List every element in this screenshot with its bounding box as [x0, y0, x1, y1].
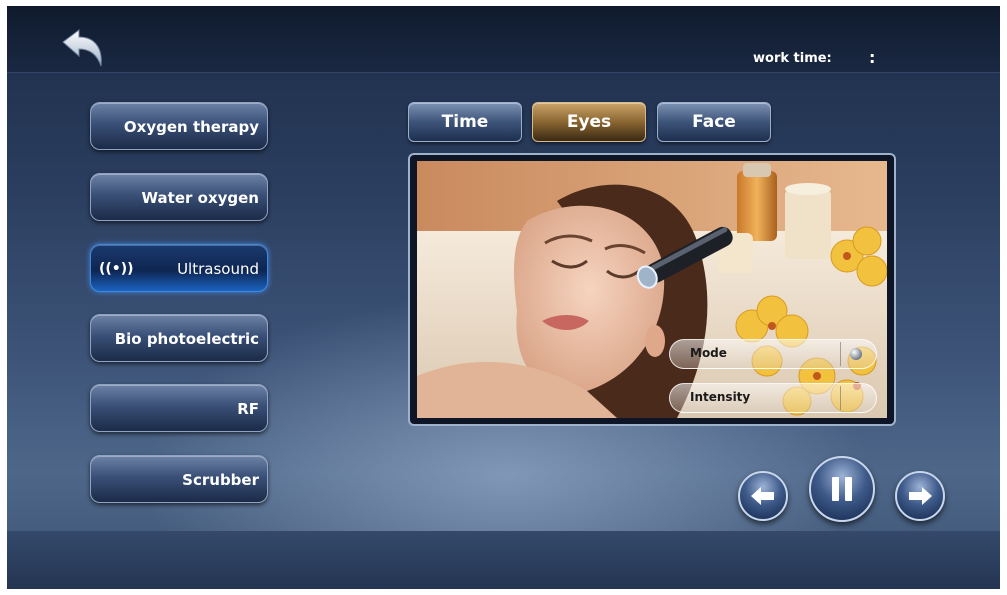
tab-face-label: Face	[692, 112, 736, 132]
mode-indicator-icon	[850, 348, 862, 360]
oxygen-therapy-button[interactable]: Oxygen therapy	[90, 102, 268, 150]
intensity-label: Intensity	[690, 390, 751, 404]
back-arrow-icon	[62, 29, 102, 67]
tab-face[interactable]: Face	[657, 102, 771, 142]
bottom-bar	[7, 531, 1000, 589]
right-arrow-icon	[909, 487, 932, 505]
mode-label: Mode	[690, 346, 727, 360]
scrubber-label: Scrubber	[182, 471, 259, 489]
ultrasound-button[interactable]: ((•)) Ultrasound	[90, 244, 268, 292]
tab-eyes[interactable]: Eyes	[532, 102, 646, 142]
work-time-label: work time:	[753, 51, 832, 66]
rf-button[interactable]: RF	[90, 384, 268, 432]
pause-icon	[832, 477, 852, 501]
water-oxygen-label: Water oxygen	[141, 189, 259, 207]
rf-label: RF	[237, 400, 259, 418]
tab-time-label: Time	[441, 112, 489, 132]
tab-eyes-label: Eyes	[566, 112, 612, 132]
mode-selector[interactable]: Mode	[669, 339, 877, 369]
scrubber-button[interactable]: Scrubber	[90, 455, 268, 503]
tab-time[interactable]: Time	[408, 102, 522, 142]
ultrasound-wave-icon: ((•))	[99, 261, 134, 277]
work-time-value: :	[869, 48, 876, 67]
top-bar	[7, 6, 1000, 73]
device-screen: work time: : Oxygen therapy Water oxygen…	[7, 6, 1000, 589]
left-arrow-icon	[751, 487, 774, 505]
bio-photoelectric-button[interactable]: Bio photoelectric	[90, 314, 268, 362]
ultrasound-label: Ultrasound	[177, 260, 259, 278]
mode-divider	[840, 342, 841, 366]
treatment-illustration	[417, 161, 887, 418]
water-oxygen-button[interactable]: Water oxygen	[90, 173, 268, 221]
back-button[interactable]	[59, 28, 107, 72]
intensity-divider	[840, 386, 841, 410]
previous-button[interactable]	[738, 471, 788, 521]
treatment-photo	[417, 161, 887, 418]
intensity-selector[interactable]: Intensity	[669, 383, 877, 413]
oxygen-therapy-label: Oxygen therapy	[123, 118, 259, 136]
pause-button[interactable]	[809, 456, 875, 522]
bio-photoelectric-label: Bio photoelectric	[114, 330, 259, 348]
next-button[interactable]	[895, 471, 945, 521]
